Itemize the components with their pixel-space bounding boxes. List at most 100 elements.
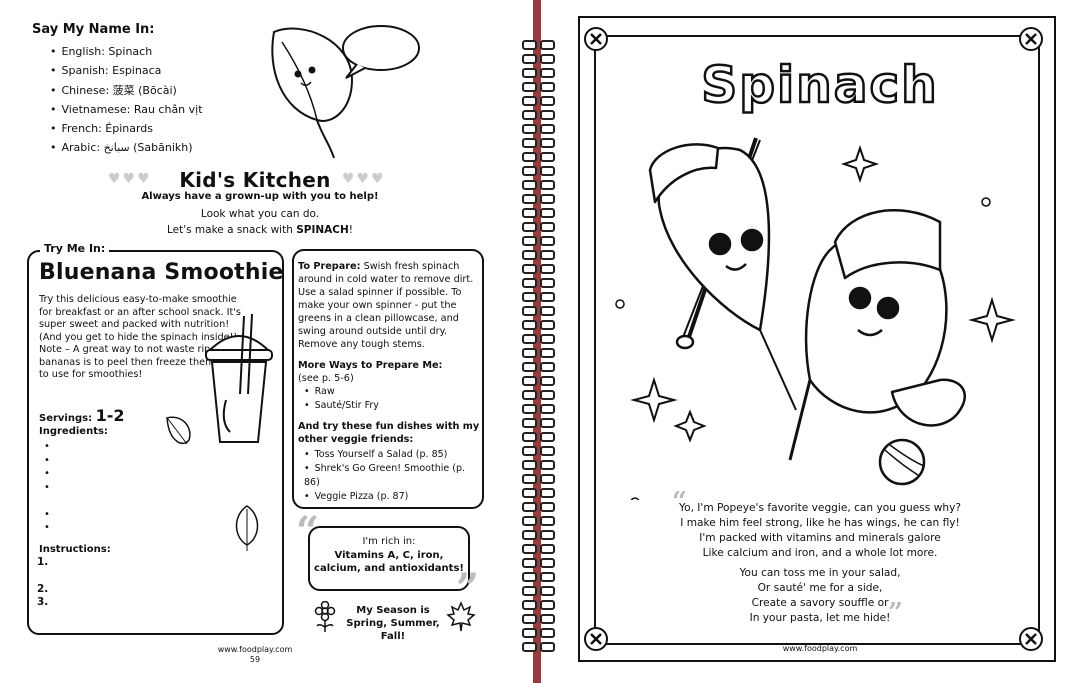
- language-list: English: Spinach Spanish: Espinaca Chine…: [50, 42, 203, 158]
- binding-ring: [520, 306, 555, 316]
- maple-leaf-icon: [446, 601, 476, 632]
- binding-ring: [520, 180, 555, 190]
- season-text: My Season is Spring, Summer, Fall!: [346, 605, 440, 642]
- title-outline-text: Spinach: [701, 56, 939, 114]
- binding-ring: [520, 642, 555, 652]
- kids-kitchen-line1: Look what you can do.: [200, 208, 320, 220]
- close-x-icon: [1019, 27, 1043, 51]
- say-name-heading: Say My Name In:: [32, 22, 155, 37]
- binding-ring: [520, 292, 555, 302]
- binding-ring: [520, 446, 555, 456]
- ingredient-bullets: • • • • • •: [44, 441, 50, 533]
- poem-line: I make him feel strong, like he has wing…: [680, 517, 960, 529]
- rich-in-text: I'm rich in: Vitamins A, C, iron, calciu…: [314, 536, 464, 574]
- servings: Servings: 1-2: [39, 406, 125, 425]
- smoothie-cup-icon: [205, 313, 273, 443]
- poem-line: Or sauté' me for a side,: [757, 582, 883, 594]
- binding-ring: [520, 502, 555, 512]
- poem-line: I'm packed with vitamins and minerals ga…: [699, 532, 941, 544]
- poem-line: In your pasta, let me hide!: [749, 612, 891, 624]
- binding-ring: [520, 362, 555, 372]
- spinach-leaf-icon: [271, 25, 420, 159]
- fun-dishes-heading: And try these fun dishes with my other ve…: [298, 421, 480, 445]
- binding-ring: [520, 320, 555, 330]
- close-x-icon: [584, 627, 608, 651]
- binding-ring: [520, 544, 555, 554]
- binding-ring: [520, 488, 555, 498]
- binding-ring: [520, 82, 555, 92]
- list-item: Toss Yourself a Salad (p. 85): [298, 448, 482, 462]
- close-x-icon: [584, 27, 608, 51]
- poem-stanza-1: Yo, I'm Popeye's favorite veggie, can yo…: [640, 501, 1000, 561]
- binding-ring: [520, 530, 555, 540]
- binding-ring: [520, 460, 555, 470]
- ingredients-label: Ingredients:: [39, 426, 108, 437]
- binding-ring: [520, 278, 555, 288]
- binding-ring: [520, 194, 555, 204]
- binding-ring: [520, 418, 555, 428]
- binding-ring: [520, 222, 555, 232]
- binding-ring: [520, 390, 555, 400]
- binding-ring: [520, 628, 555, 638]
- step-number: 3.: [37, 596, 49, 608]
- close-quote-icon: ”: [888, 598, 903, 628]
- list-item: Sauté/Stir Fry: [298, 399, 482, 413]
- poem-line: Like calcium and iron, and a whole lot m…: [702, 547, 938, 559]
- instructions-label: Instructions:: [39, 544, 111, 555]
- instruction-steps: 1. 2. 3.: [37, 556, 48, 609]
- binding-ring: [520, 54, 555, 64]
- try-me-label: Try Me In:: [40, 242, 110, 255]
- binding-ring: [520, 334, 555, 344]
- binding-ring: [520, 138, 555, 148]
- poem-line: Yo, I'm Popeye's favorite veggie, can yo…: [679, 502, 961, 514]
- binding-ring: [520, 166, 555, 176]
- more-ways-list: Raw Sauté/Stir Fry: [298, 385, 482, 413]
- binding-ring: [520, 432, 555, 442]
- footer-url[interactable]: www.foodplay.com: [760, 644, 880, 653]
- binding-ring: [520, 96, 555, 106]
- binding-ring: [520, 40, 555, 50]
- binding-ring: [520, 586, 555, 596]
- language-item: French: Épinards: [50, 119, 203, 138]
- language-item: Arabic: سبانخ (Sabānikh): [50, 138, 203, 157]
- spiral-binding: [520, 40, 555, 660]
- kids-kitchen-subtitle: Always have a grown-up with you to help!: [141, 191, 379, 202]
- binding-ring: [520, 474, 555, 484]
- spinach-leaf-icon: [235, 505, 259, 551]
- poem-line: Create a savory souffle or: [751, 597, 889, 609]
- binding-ring: [520, 68, 555, 78]
- footer-url[interactable]: www.foodplay.com: [200, 645, 310, 654]
- binding-ring: [520, 600, 555, 610]
- spinach-leaf-icon: [166, 416, 191, 445]
- binding-ring: [520, 348, 555, 358]
- binding-ring: [520, 124, 555, 134]
- heart-icon: ♥♥♥: [108, 171, 152, 187]
- binding-ring: [520, 152, 555, 162]
- step-number: 1.: [37, 556, 49, 568]
- prepare-text: To Prepare: Swish fresh spinach around i…: [298, 261, 474, 350]
- kids-kitchen-title: Kid's Kitchen: [179, 168, 331, 192]
- close-x-icon: [1019, 627, 1043, 651]
- flower-icon: [314, 601, 336, 632]
- binding-ring: [520, 572, 555, 582]
- more-ways-ref: (see p. 5-6): [298, 373, 354, 384]
- binding-ring: [520, 614, 555, 624]
- binding-ring: [520, 404, 555, 414]
- recipe-title: Bluenana Smoothie: [39, 260, 284, 285]
- page-number: 59: [249, 655, 261, 664]
- binding-ring: [520, 376, 555, 386]
- language-item: Vietnamese: Rau chân vịt: [50, 100, 203, 119]
- list-item: Shrek's Go Green! Smoothie (p. 86): [298, 462, 482, 490]
- language-item: Chinese: 菠菜 (Bōcài): [50, 81, 203, 100]
- page-title: Spinach: [700, 55, 939, 116]
- binding-ring: [520, 250, 555, 260]
- heart-icon: ♥♥♥: [342, 171, 386, 187]
- prepare-section: To Prepare: Swish fresh spinach around i…: [298, 260, 482, 504]
- binding-ring: [520, 558, 555, 568]
- poem-line: You can toss me in your salad,: [739, 567, 901, 579]
- kids-kitchen-line2: Let's make a snack with SPINACH!: [166, 224, 354, 236]
- more-ways-heading: More Ways to Prepare Me:: [298, 360, 443, 371]
- list-item: Veggie Pizza (p. 87): [298, 490, 482, 504]
- binding-ring: [520, 110, 555, 120]
- binding-ring: [520, 516, 555, 526]
